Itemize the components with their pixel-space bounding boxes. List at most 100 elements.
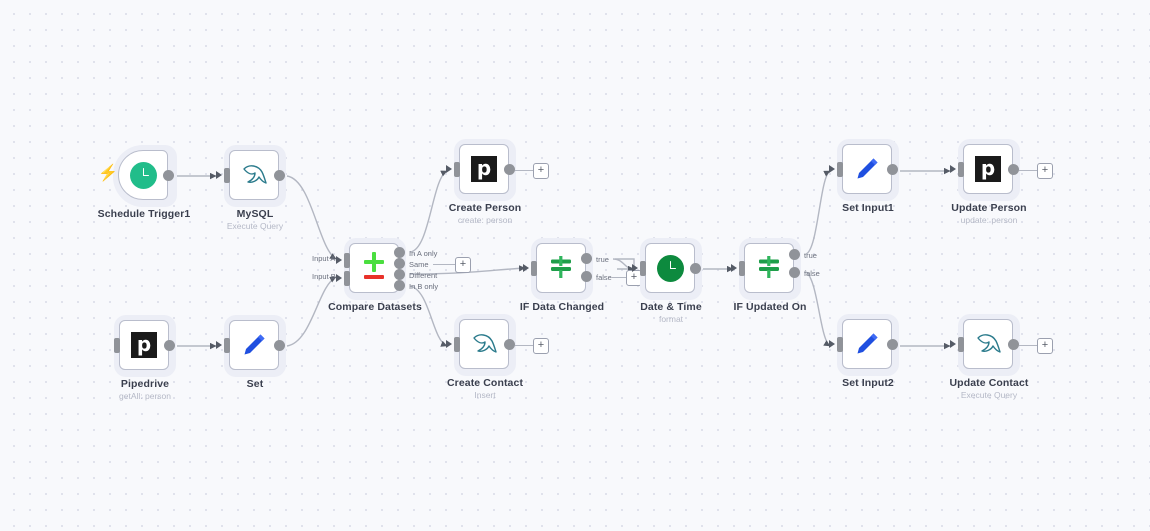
node-body[interactable]: p	[119, 320, 169, 370]
node-body[interactable]: p	[963, 144, 1013, 194]
add-node-button-same[interactable]: +	[455, 257, 471, 273]
output-endpoint[interactable]	[274, 340, 285, 351]
edge-ifupdated-true-to-setinput1	[805, 170, 831, 255]
input-endpoint[interactable]	[454, 337, 460, 352]
output-endpoint[interactable]	[887, 339, 898, 350]
node-title: Set Input2	[842, 377, 894, 389]
node-set-input2[interactable]: Set Input2	[829, 314, 899, 389]
node-pipedrive[interactable]: p Pipedrive getAll: person	[114, 315, 176, 401]
node-set-input1[interactable]: Set Input1	[829, 139, 899, 214]
input-endpoint[interactable]	[739, 261, 745, 276]
node-body[interactable]	[349, 243, 399, 293]
edge-ifdata-true-curve	[612, 258, 635, 270]
output-stub	[515, 344, 533, 346]
edge-compare-to-create-contact	[409, 285, 448, 347]
edge-compare-to-create-person	[409, 170, 448, 253]
input-endpoint[interactable]	[958, 162, 964, 177]
output-endpoint-false[interactable]	[789, 267, 800, 278]
output-endpoint[interactable]	[887, 164, 898, 175]
port-label-same: Same	[409, 260, 429, 269]
output-endpoint-same[interactable]	[394, 258, 405, 269]
node-set[interactable]: Set	[216, 315, 286, 390]
node-title: Pipedrive	[120, 378, 170, 390]
output-endpoint-in-b-only[interactable]	[394, 280, 405, 291]
output-endpoint-false[interactable]	[581, 271, 592, 282]
workflow-canvas[interactable]: ⚡ Schedule Trigger1 MySQL Execute Query …	[0, 0, 1150, 531]
node-date-time[interactable]: Date & Time format	[632, 238, 702, 324]
output-endpoint-in-a-only[interactable]	[394, 247, 405, 258]
output-endpoint[interactable]	[164, 340, 175, 351]
input-endpoint[interactable]	[531, 261, 537, 276]
node-body[interactable]	[229, 150, 279, 200]
node-update-contact[interactable]: + Update Contact Execute Query	[950, 314, 1053, 400]
output-endpoint[interactable]	[1008, 164, 1019, 175]
output-endpoint[interactable]	[274, 170, 285, 181]
if-signpost-icon	[759, 256, 779, 278]
output-endpoint[interactable]	[690, 263, 701, 274]
node-create-contact[interactable]: + Create Contact Insert	[446, 314, 549, 400]
input-endpoint[interactable]	[454, 162, 460, 177]
node-subtitle: Insert	[474, 390, 496, 400]
node-compare-datasets[interactable]: Input A Input B In A only Same + Differe…	[312, 238, 471, 313]
node-mysql[interactable]: MySQL Execute Query	[216, 145, 286, 231]
node-body[interactable]	[842, 319, 892, 369]
node-body[interactable]	[118, 150, 168, 200]
output-endpoint[interactable]	[504, 339, 515, 350]
port-label-false: false	[596, 273, 612, 282]
clock-green-icon	[656, 254, 684, 282]
node-title: Schedule Trigger1	[97, 208, 191, 220]
node-title: IF Updated On	[733, 301, 807, 313]
output-endpoint[interactable]	[504, 164, 515, 175]
node-title: Set	[246, 378, 264, 390]
input-arrow-a-icon	[336, 256, 342, 264]
node-body[interactable]	[963, 319, 1013, 369]
node-create-person[interactable]: p + Create Person create: person	[446, 139, 549, 225]
node-update-person[interactable]: p + Update Person update: person	[950, 139, 1053, 225]
node-body[interactable]	[744, 243, 794, 293]
node-body[interactable]	[229, 320, 279, 370]
port-label-different: Different	[409, 271, 438, 280]
node-body[interactable]	[459, 319, 509, 369]
input-endpoint[interactable]	[640, 261, 646, 276]
input-arrow-icon	[829, 340, 835, 348]
node-body[interactable]	[645, 243, 695, 293]
input-endpoint-a[interactable]	[344, 253, 350, 268]
node-body[interactable]	[536, 243, 586, 293]
node-schedule-trigger1[interactable]: ⚡ Schedule Trigger1	[98, 145, 190, 220]
output-stub	[1019, 344, 1037, 346]
node-body[interactable]	[842, 144, 892, 194]
input-arrow-icon	[446, 165, 452, 173]
input-arrow-b-icon	[336, 274, 342, 282]
input-endpoint[interactable]	[958, 337, 964, 352]
output-endpoint-true[interactable]	[789, 249, 800, 260]
pipedrive-icon: p	[131, 332, 157, 358]
input-endpoint[interactable]	[837, 337, 843, 352]
output-stub	[515, 169, 533, 171]
input-endpoint[interactable]	[224, 168, 230, 183]
node-body[interactable]: p	[459, 144, 509, 194]
pencil-icon	[857, 333, 878, 354]
node-title: MySQL	[236, 208, 274, 220]
input-endpoint-b[interactable]	[344, 271, 350, 286]
add-node-button-create-person[interactable]: +	[533, 163, 549, 179]
add-node-button-update-person[interactable]: +	[1037, 163, 1053, 179]
port-label-false: false	[804, 269, 820, 278]
add-node-button-update-contact[interactable]: +	[1037, 338, 1053, 354]
output-endpoint[interactable]	[163, 170, 174, 181]
mysql-dolphin-icon	[243, 165, 267, 184]
output-endpoint[interactable]	[1008, 339, 1019, 350]
node-if-updated-on[interactable]: true false IF Updated On	[731, 238, 820, 313]
output-stub	[1019, 169, 1037, 171]
node-if-data-changed[interactable]: true false + IF Data Changed	[520, 238, 642, 313]
node-subtitle: getAll: person	[119, 391, 171, 401]
node-title: IF Data Changed	[519, 301, 605, 313]
input-endpoint[interactable]	[114, 338, 120, 353]
input-endpoint[interactable]	[837, 162, 843, 177]
output-endpoint-different[interactable]	[394, 269, 405, 280]
input-arrow-icon	[950, 340, 956, 348]
edge-ifupdated-false-to-setinput2	[805, 271, 831, 347]
input-arrow-icon	[216, 171, 222, 179]
output-endpoint-true[interactable]	[581, 253, 592, 264]
input-endpoint[interactable]	[224, 338, 230, 353]
add-node-button-create-contact[interactable]: +	[533, 338, 549, 354]
